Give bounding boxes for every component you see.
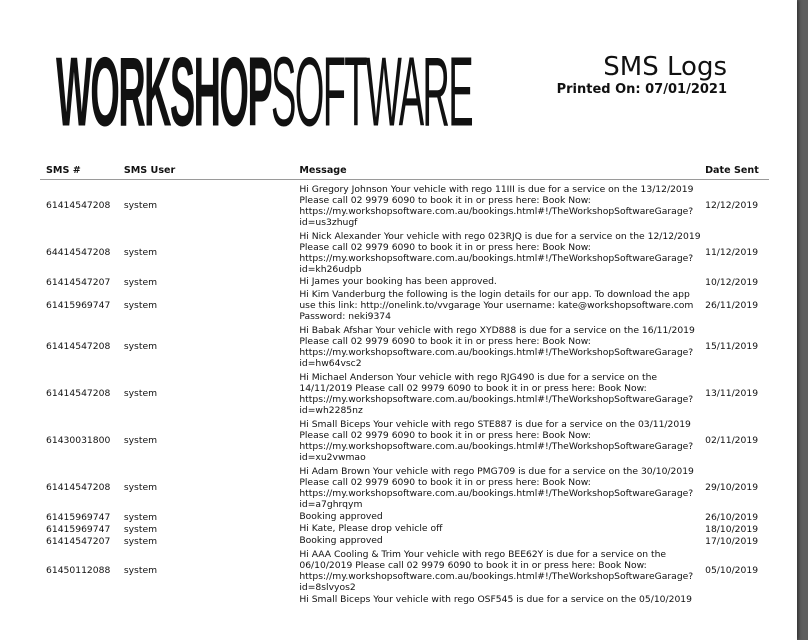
- sms-number-cell: 61414547207: [46, 535, 111, 547]
- message-cell: Booking approved: [299, 535, 383, 546]
- sms-number-cell: [40, 594, 124, 606]
- message-cell: Hi Small Biceps Your vehicle with rego O…: [299, 594, 692, 605]
- table-header-row: SMS # SMS User Message Date Sent: [40, 165, 769, 180]
- table-row: 61414547208 system Hi Michael Anderson Y…: [40, 370, 769, 417]
- sms-user-cell: system: [123, 511, 158, 523]
- logo-word-software: SOFTWARE: [271, 36, 474, 148]
- sms-number-cell: 61430031800: [46, 435, 111, 446]
- message-cell: Hi Nick Alexander Your vehicle with rego…: [299, 230, 701, 275]
- sms-user-cell: system: [123, 435, 158, 446]
- sms-number-cell: 64414547208: [46, 247, 111, 258]
- message-cell: Hi Kim Vanderburg the following is the l…: [299, 289, 694, 322]
- sms-user-cell: system: [123, 523, 158, 535]
- date-sent-cell: 05/10/2019: [705, 565, 759, 576]
- table-row: 61414547208 system Hi Babak Afshar Your …: [40, 323, 769, 370]
- sms-user-cell: [124, 594, 300, 606]
- document-page: WORKSHOPSOFTWARE SMS Logs Printed On: 07…: [0, 0, 797, 640]
- table-row: 64414547208 system Hi Nick Alexander You…: [40, 229, 769, 276]
- sms-user-cell: system: [123, 341, 158, 352]
- date-sent-cell: 29/10/2019: [705, 482, 759, 493]
- printed-on-date: Printed On: 07/01/2021: [556, 82, 727, 97]
- sms-number-cell: 61450112088: [46, 565, 111, 576]
- message-cell: Hi Gregory Johnson Your vehicle with reg…: [299, 183, 694, 228]
- date-sent-cell: 11/12/2019: [705, 247, 759, 258]
- message-cell: Booking approved: [299, 511, 383, 522]
- table-row: 61414547207 system Hi James your booking…: [40, 276, 769, 288]
- table-row: 61415969747 system Booking approved 26/1…: [40, 511, 769, 523]
- date-sent-cell: 18/10/2019: [705, 523, 759, 535]
- table-row: 61414547208 system Hi Gregory Johnson Yo…: [40, 180, 769, 230]
- message-cell: Hi Babak Afshar Your vehicle with rego X…: [299, 324, 695, 369]
- sms-number-cell: 61415969747: [46, 511, 111, 523]
- date-sent-cell: 15/11/2019: [705, 341, 759, 352]
- sms-number-cell: 61414547208: [46, 341, 111, 352]
- message-cell: Hi James your booking has been approved.: [299, 276, 497, 287]
- table-row: Hi Small Biceps Your vehicle with rego O…: [40, 594, 769, 606]
- message-cell: Hi Michael Anderson Your vehicle with re…: [299, 371, 694, 416]
- column-header-message: Message: [299, 165, 706, 180]
- message-cell: Hi Small Biceps Your vehicle with rego S…: [299, 418, 694, 463]
- date-sent-cell: 17/10/2019: [705, 535, 759, 547]
- sms-number-cell: 61414547208: [46, 200, 111, 211]
- date-sent-cell: [705, 594, 769, 606]
- column-header-date-sent: Date Sent: [705, 165, 769, 180]
- table-row: 61415969747 system Hi Kim Vanderburg the…: [40, 288, 769, 323]
- sms-log-table: SMS # SMS User Message Date Sent 6141454…: [40, 165, 769, 606]
- table-row: 61414547207 system Booking approved 17/1…: [40, 535, 769, 547]
- date-sent-cell: 13/11/2019: [705, 388, 759, 399]
- date-sent-cell: 26/10/2019: [705, 511, 759, 523]
- page-title: SMS Logs: [603, 52, 727, 82]
- column-header-sms-number: SMS #: [40, 165, 124, 180]
- sms-number-cell: 61414547207: [46, 276, 111, 288]
- logo-word-workshop: WORKSHOP: [56, 36, 273, 148]
- sms-user-cell: system: [123, 247, 158, 258]
- table-row: 61430031800 system Hi Small Biceps Your …: [40, 417, 769, 464]
- sms-number-cell: 61414547208: [46, 388, 111, 399]
- sms-number-cell: 61415969747: [46, 300, 111, 311]
- sms-user-cell: system: [123, 388, 158, 399]
- message-cell: Hi Kate, Please drop vehicle off: [299, 523, 443, 534]
- date-sent-cell: 02/11/2019: [705, 435, 759, 446]
- logo-wordmark: WORKSHOPSOFTWARE: [56, 43, 474, 142]
- column-header-sms-user: SMS User: [123, 165, 300, 180]
- sms-user-cell: system: [123, 300, 158, 311]
- message-cell: Hi Adam Brown Your vehicle with rego PMG…: [299, 465, 694, 510]
- sms-number-cell: 61415969747: [46, 523, 111, 535]
- workshop-software-logo: WORKSHOPSOFTWARE: [52, 43, 474, 142]
- sms-user-cell: system: [123, 565, 158, 576]
- date-sent-cell: 10/12/2019: [705, 276, 759, 288]
- table-row: 61414547208 system Hi Adam Brown Your ve…: [40, 464, 769, 511]
- date-sent-cell: 12/12/2019: [705, 200, 759, 211]
- message-cell: Hi AAA Cooling & Trim Your vehicle with …: [299, 548, 694, 593]
- sms-user-cell: system: [123, 200, 158, 211]
- sms-user-cell: system: [123, 482, 158, 493]
- sms-user-cell: system: [123, 535, 158, 547]
- sms-user-cell: system: [123, 276, 158, 288]
- table-row: 61450112088 system Hi AAA Cooling & Trim…: [40, 547, 769, 594]
- date-sent-cell: 26/11/2019: [705, 300, 759, 311]
- sms-number-cell: 61414547208: [46, 482, 111, 493]
- table-row: 61415969747 system Hi Kate, Please drop …: [40, 523, 769, 535]
